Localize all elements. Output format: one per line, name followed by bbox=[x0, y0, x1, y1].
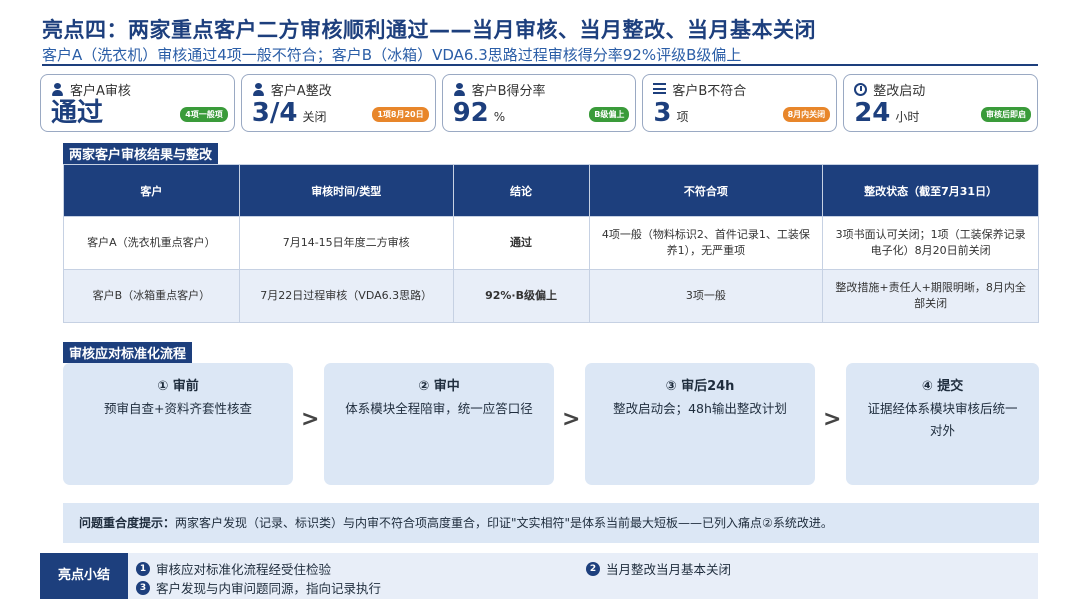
page-title: 亮点四：两家重点客户二方审核顺利通过——当月审核、当月整改、当月基本关闭 bbox=[42, 18, 816, 42]
stopwatch-icon bbox=[854, 82, 868, 96]
kpi-label: 客户A整改 bbox=[270, 83, 332, 99]
overlap-hint: 问题重合度提示：两家客户发现（记录、标识类）与内审不符合项高度重合，印证"文实相… bbox=[63, 503, 1039, 543]
summary-text: 审核应对标准化流程经受住检验 bbox=[156, 562, 332, 577]
step-title: ① 审前 bbox=[157, 379, 199, 394]
kpi-card-customer-a-rectify: 客户A整改 3/4 关闭 1项8月20日 bbox=[240, 74, 436, 132]
table-header-row: 客户 审核时间/类型 结论 不符合项 整改状态（截至7月31日） bbox=[63, 164, 1039, 217]
table-cell: 客户A（洗衣机重点客户） bbox=[63, 216, 240, 270]
flow-arrow-icon: > bbox=[301, 407, 320, 432]
table-cell: 7月22日过程审核（VDA6.3思路） bbox=[238, 269, 454, 323]
hint-text: 两家客户发现（记录、标识类）与内审不符合项高度重合，印证"文实相符"是体系当前最… bbox=[175, 516, 833, 530]
kpi-badge: 8月内关闭 bbox=[782, 107, 831, 122]
kpi-value: 3/4 bbox=[251, 98, 298, 128]
audit-flow: ① 审前 预审自查+资料齐套性核查 > ② 审中 体系模块全程陪审，统一应答口径… bbox=[63, 363, 1039, 485]
summary-item: 1 审核应对标准化流程经受住检验 bbox=[136, 559, 331, 578]
kpi-value: 3 bbox=[653, 98, 672, 128]
checklist-icon bbox=[653, 82, 667, 96]
table-cell-conclusion: 92%·B级偏上 bbox=[452, 269, 590, 323]
summary-item: 2 当月整改当月基本关闭 bbox=[586, 559, 731, 578]
table-cell-conclusion: 通过 bbox=[452, 216, 590, 270]
number-badge-icon: 1 bbox=[136, 561, 150, 576]
table-row: 客户A（洗衣机重点客户） 7月14-15日年度二方审核 通过 4项一般（物料标识… bbox=[63, 216, 1039, 270]
flow-step-pre-audit: ① 审前 预审自查+资料齐套性核查 bbox=[63, 363, 293, 485]
kpi-row: 客户A审核 通过 4项一般项 客户A整改 3/4 关闭 1项8月20日 客户B得分… bbox=[40, 74, 1038, 132]
table-row: 客户B（冰箱重点客户） 7月22日过程审核（VDA6.3思路） 92%·B级偏上… bbox=[63, 269, 1039, 323]
kpi-badge: 1项8月20日 bbox=[372, 107, 429, 122]
column-header: 不符合项 bbox=[588, 164, 824, 217]
kpi-label: 客户A审核 bbox=[70, 83, 131, 99]
step-title: ② 审中 bbox=[418, 379, 460, 394]
kpi-label: 客户B得分率 bbox=[471, 83, 546, 99]
number-badge-icon: 2 bbox=[586, 561, 600, 576]
kpi-unit: % bbox=[493, 110, 506, 124]
kpi-badge: B级偏上 bbox=[589, 107, 630, 122]
kpi-value: 通过 bbox=[51, 98, 104, 128]
column-header: 客户 bbox=[63, 164, 240, 217]
person-check-icon bbox=[252, 82, 265, 96]
person-icon bbox=[453, 82, 466, 96]
title-divider bbox=[42, 64, 1038, 66]
step-title: ③ 审后24h bbox=[665, 379, 735, 394]
table-cell: 3项一般 bbox=[588, 269, 824, 323]
kpi-unit: 项 bbox=[676, 110, 689, 124]
summary-item: 3 客户发现与内审问题同源，指向记录执行 bbox=[136, 578, 381, 597]
flow-step-during-audit: ② 审中 体系模块全程陪审，统一应答口径 bbox=[324, 363, 554, 485]
kpi-unit: 小时 bbox=[895, 110, 920, 124]
kpi-card-customer-a-audit: 客户A审核 通过 4项一般项 bbox=[40, 74, 235, 132]
column-header: 审核时间/类型 bbox=[238, 164, 454, 217]
summary-text: 当月整改当月基本关闭 bbox=[606, 562, 732, 577]
table-cell: 7月14-15日年度二方审核 bbox=[238, 216, 454, 270]
person-icon bbox=[51, 82, 64, 96]
kpi-label: 客户B不符合 bbox=[672, 83, 747, 99]
kpi-badge: 审核后即启 bbox=[980, 107, 1031, 122]
kpi-badge: 4项一般项 bbox=[180, 107, 228, 122]
audit-result-table: 客户 审核时间/类型 结论 不符合项 整改状态（截至7月31日） 客户A（洗衣机… bbox=[63, 164, 1039, 323]
flow-step-submit: ④ 提交 证据经体系模块审核后统一对外 bbox=[846, 363, 1039, 485]
table-cell: 客户B（冰箱重点客户） bbox=[63, 269, 240, 323]
flow-arrow-icon: > bbox=[562, 407, 581, 432]
kpi-value: 24 bbox=[854, 98, 891, 128]
summary-text: 客户发现与内审问题同源，指向记录执行 bbox=[156, 581, 382, 596]
kpi-card-customer-b-nonconformity: 客户B不符合 3项 8月内关闭 bbox=[642, 74, 838, 132]
column-header: 结论 bbox=[452, 164, 590, 217]
kpi-card-customer-b-score: 客户B得分率 92% B级偏上 bbox=[441, 74, 637, 132]
page-subtitle: 客户A（洗衣机）审核通过4项一般不符合；客户B（冰箱）VDA6.3思路过程审核得… bbox=[42, 46, 742, 64]
step-desc: 整改启动会；48h输出整改计划 bbox=[613, 401, 787, 416]
highlight-summary: 亮点小结 1 审核应对标准化流程经受住检验 2 当月整改当月基本关闭 3 客户发现与内… bbox=[40, 553, 1038, 599]
step-desc: 证据经体系模块审核后统一对外 bbox=[867, 401, 1018, 438]
step-desc: 预审自查+资料齐套性核查 bbox=[104, 401, 252, 416]
column-header: 整改状态（截至7月31日） bbox=[822, 164, 1039, 217]
flow-step-post-audit: ③ 审后24h 整改启动会；48h输出整改计划 bbox=[585, 363, 815, 485]
section-tag-results: 两家客户审核结果与整改 bbox=[63, 143, 219, 164]
step-title: ④ 提交 bbox=[921, 379, 964, 394]
table-cell: 4项一般（物料标识2、首件记录1、工装保养1），无严重项 bbox=[588, 216, 824, 270]
table-cell: 3项书面认可关闭；1项（工装保养记录电子化）8月20日前关闭 bbox=[822, 216, 1039, 270]
kpi-card-rectify-start: 整改启动 24 小时 审核后即启 bbox=[843, 74, 1038, 132]
step-desc: 体系模块全程陪审，统一应答口径 bbox=[345, 401, 533, 416]
number-badge-icon: 3 bbox=[136, 580, 150, 595]
flow-arrow-icon: > bbox=[823, 407, 842, 432]
kpi-label: 整改启动 bbox=[873, 83, 926, 99]
section-tag-flow: 审核应对标准化流程 bbox=[63, 342, 193, 363]
hint-label: 问题重合度提示： bbox=[79, 516, 176, 530]
summary-tag: 亮点小结 bbox=[40, 553, 128, 599]
table-cell: 整改措施+责任人+期限明晰，8月内全部关闭 bbox=[822, 269, 1039, 323]
kpi-unit: 关闭 bbox=[302, 110, 327, 124]
kpi-value: 92 bbox=[452, 98, 489, 128]
